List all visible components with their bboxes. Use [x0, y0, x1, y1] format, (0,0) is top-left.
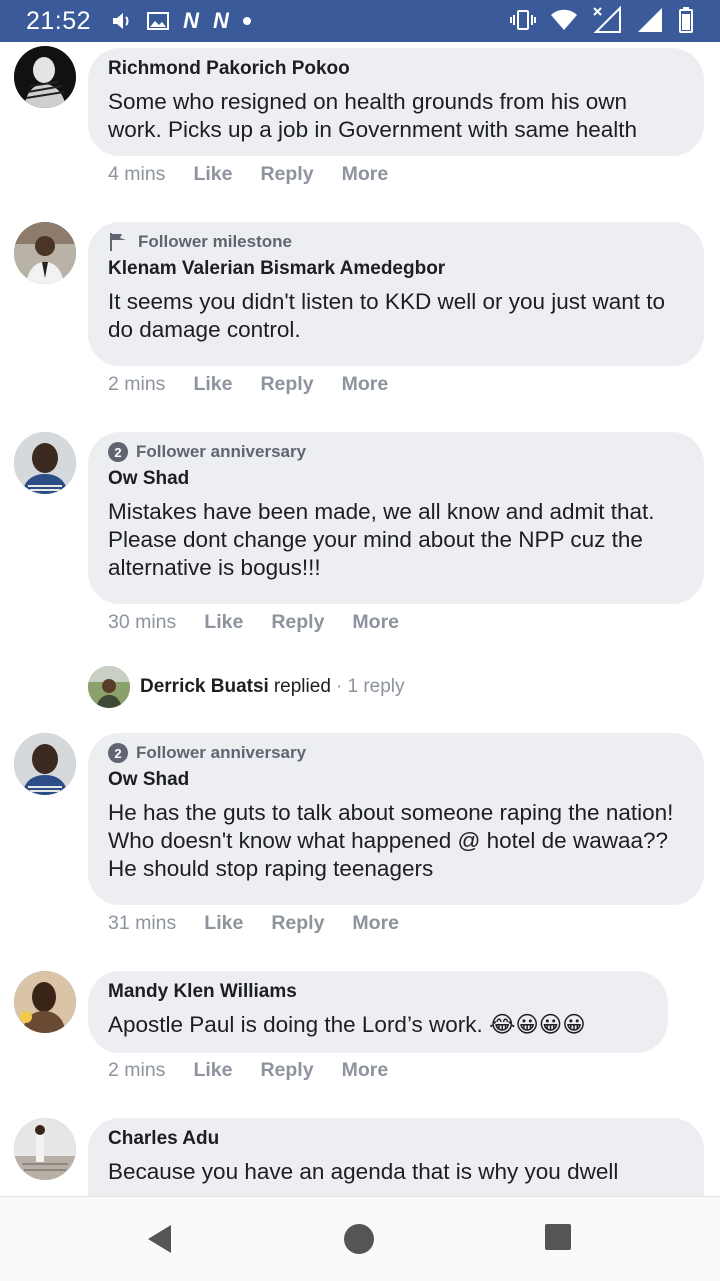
- avatar[interactable]: [88, 666, 130, 708]
- avatar[interactable]: [14, 733, 76, 795]
- comment-bubble[interactable]: 2 Follower anniversary Ow Shad He has th…: [88, 733, 704, 905]
- dot-icon: [242, 17, 251, 25]
- badge-row: 2 Follower anniversary: [108, 442, 684, 462]
- comment-time: 4 mins: [108, 163, 166, 185]
- comment-time: 2 mins: [108, 373, 166, 395]
- avatar[interactable]: [14, 432, 76, 494]
- signal-icon: [638, 8, 662, 32]
- more-button[interactable]: More: [352, 912, 399, 935]
- reply-button[interactable]: Reply: [260, 1059, 313, 1082]
- comment-text: It seems you didn't listen to KKD well o…: [108, 289, 666, 342]
- avatar[interactable]: [14, 222, 76, 284]
- comment-actions: 4 mins Like Reply More: [108, 163, 388, 186]
- commenter-name[interactable]: Ow Shad: [108, 468, 684, 490]
- recents-icon[interactable]: [544, 1223, 572, 1251]
- more-button[interactable]: More: [342, 163, 389, 186]
- badge-label: Follower anniversary: [136, 743, 307, 762]
- home-icon[interactable]: [343, 1223, 375, 1255]
- comment-feed[interactable]: Richmond Pakorich Pokoo Some who resigne…: [0, 42, 720, 1196]
- comment-bubble[interactable]: Mandy Klen Williams Apostle Paul is doin…: [88, 971, 668, 1053]
- commenter-name[interactable]: Mandy Klen Williams: [108, 981, 648, 1003]
- status-bar: 21:52 N N: [0, 0, 720, 42]
- badge-row: 2 Follower anniversary: [108, 743, 684, 763]
- status-time: 21:52: [26, 6, 92, 35]
- comment-bubble[interactable]: Charles Adu Because you have an agenda t…: [88, 1118, 704, 1196]
- more-button[interactable]: More: [342, 373, 389, 396]
- comment-actions: 31 mins Like Reply More: [108, 912, 399, 935]
- vibrate-icon: [510, 10, 536, 30]
- commenter-name[interactable]: Klenam Valerian Bismark Amedegbor: [108, 258, 684, 280]
- status-left-icons: N N: [111, 8, 251, 34]
- wifi-icon: [551, 9, 577, 30]
- comment-actions: 2 mins Like Reply More: [108, 373, 388, 396]
- more-button[interactable]: More: [352, 611, 399, 634]
- like-button[interactable]: Like: [193, 1059, 232, 1082]
- navigation-bar: [0, 1196, 720, 1281]
- like-button[interactable]: Like: [204, 912, 243, 935]
- reply-count[interactable]: · 1 reply: [336, 676, 405, 698]
- comment-time: 30 mins: [108, 611, 177, 633]
- reply-button[interactable]: Reply: [271, 912, 324, 935]
- comment-text: Apostle Paul is doing the Lord’s work. 😂…: [108, 1012, 586, 1037]
- reply-button[interactable]: Reply: [260, 163, 313, 186]
- comment-text: Some who resigned on health grounds from…: [108, 89, 637, 142]
- volume-icon: [113, 13, 129, 29]
- reply-button[interactable]: Reply: [260, 373, 313, 396]
- n-icon: N: [183, 8, 199, 33]
- reply-verb: replied: [273, 676, 331, 697]
- reply-preview[interactable]: Derrick Buatsi replied · 1 reply: [88, 666, 405, 708]
- image-icon: [147, 12, 170, 30]
- avatar[interactable]: [14, 971, 76, 1033]
- comment-text: He has the guts to talk about someone ra…: [108, 800, 674, 881]
- comment-text: Mistakes have been made, we all know and…: [108, 499, 655, 580]
- like-button[interactable]: Like: [204, 611, 243, 634]
- comment-bubble[interactable]: 2 Follower anniversary Ow Shad Mistakes …: [88, 432, 704, 604]
- anniversary-icon: 2: [108, 743, 128, 763]
- more-button[interactable]: More: [342, 1059, 389, 1082]
- back-icon[interactable]: [145, 1223, 175, 1255]
- anniversary-icon: 2: [108, 442, 128, 462]
- reply-author[interactable]: Derrick Buatsi: [140, 676, 269, 698]
- comment-actions: 30 mins Like Reply More: [108, 611, 399, 634]
- comment-bubble[interactable]: Richmond Pakorich Pokoo Some who resigne…: [88, 48, 704, 156]
- like-button[interactable]: Like: [193, 163, 232, 186]
- comment-bubble[interactable]: Follower milestone Klenam Valerian Bisma…: [88, 222, 704, 366]
- badge-row: Follower milestone: [108, 232, 684, 252]
- commenter-name[interactable]: Richmond Pakorich Pokoo: [108, 58, 684, 80]
- avatar[interactable]: [14, 1118, 76, 1180]
- battery-icon: [679, 7, 693, 33]
- reply-button[interactable]: Reply: [271, 611, 324, 634]
- comment-actions: 2 mins Like Reply More: [108, 1059, 388, 1082]
- avatar[interactable]: [14, 46, 76, 108]
- comment-text: Because you have an agenda that is why y…: [108, 1159, 619, 1184]
- commenter-name[interactable]: Charles Adu: [108, 1128, 684, 1150]
- like-button[interactable]: Like: [193, 373, 232, 396]
- badge-label: Follower milestone: [138, 232, 292, 251]
- comment-time: 2 mins: [108, 1059, 166, 1081]
- comment-time: 31 mins: [108, 912, 177, 934]
- n-icon: N: [212, 8, 229, 33]
- status-right-icons: [510, 6, 694, 34]
- badge-label: Follower anniversary: [136, 442, 307, 461]
- signal-x-icon: [593, 6, 621, 33]
- commenter-name[interactable]: Ow Shad: [108, 769, 684, 791]
- flag-icon: [110, 233, 126, 251]
